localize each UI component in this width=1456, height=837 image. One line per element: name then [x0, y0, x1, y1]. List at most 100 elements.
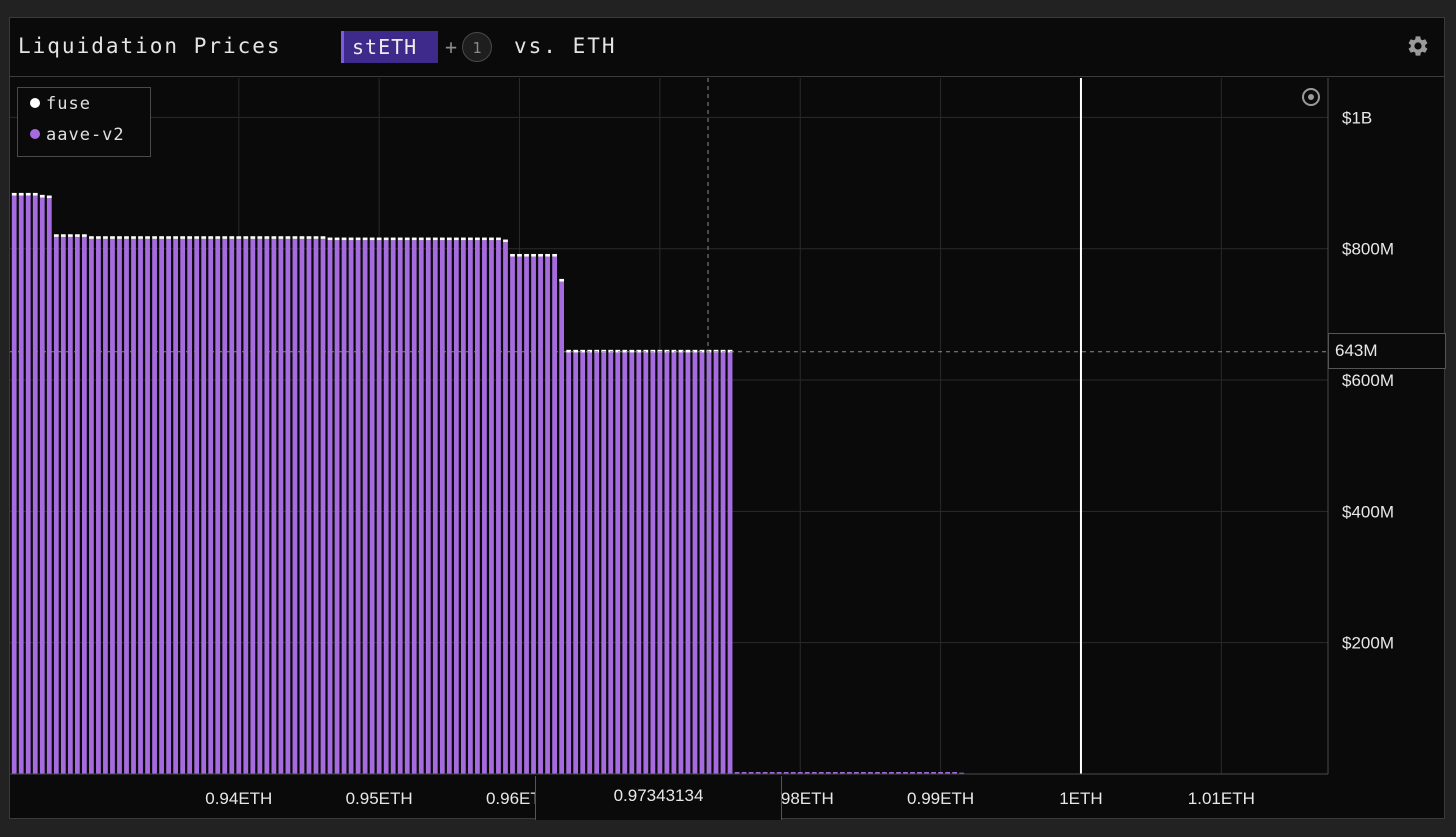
aave-v2-bar	[517, 256, 522, 775]
aave-v2-bar	[53, 236, 59, 774]
fuse-bar	[180, 236, 186, 239]
aave-v2-bar	[341, 240, 347, 774]
aave-v2-bar	[369, 240, 375, 774]
fuse-bar	[306, 236, 312, 239]
fuse-bar	[432, 237, 438, 241]
aave-v2-bar	[299, 238, 305, 774]
aave-v2-bar	[418, 240, 424, 774]
aave-v2-bar	[552, 256, 557, 775]
aave-v2-bar	[362, 240, 368, 774]
aave-v2-bar	[278, 238, 284, 774]
aave-v2-bar	[222, 238, 228, 774]
aave-v2-bar	[587, 352, 593, 774]
fuse-bar	[215, 236, 221, 239]
aave-v2-bar	[320, 238, 326, 774]
fuse-bar	[369, 237, 375, 241]
aave-dot-icon	[30, 129, 40, 139]
fuse-bar	[243, 236, 249, 239]
fuse-bar	[545, 253, 550, 257]
y-tick-label: $400M	[1342, 502, 1394, 521]
aave-v2-bar	[678, 352, 684, 774]
y-tick-label: $1B	[1342, 108, 1372, 127]
legend-item-fuse[interactable]: fuse	[30, 94, 91, 118]
fuse-bar	[257, 236, 263, 239]
fuse-bar	[18, 192, 24, 196]
aave-v2-bar	[727, 352, 733, 774]
aave-v2-bar	[180, 238, 186, 774]
fuse-bar	[103, 236, 108, 239]
aave-v2-bar	[460, 240, 466, 774]
chart-panel: Liquidation Prices stETH + 1 vs. ETH $20…	[9, 17, 1446, 820]
fuse-bar	[327, 237, 333, 241]
aave-v2-bar	[82, 236, 87, 774]
fuse-bar	[145, 236, 150, 239]
aave-v2-bar	[334, 240, 340, 774]
aave-v2-bar	[446, 240, 452, 774]
target-icon[interactable]	[1302, 88, 1320, 106]
fuse-bar	[236, 236, 242, 239]
aave-v2-bar	[720, 352, 726, 774]
aave-v2-bar	[685, 352, 691, 774]
fuse-bar	[82, 234, 87, 237]
aave-v2-bar	[657, 352, 663, 774]
aave-v2-bar	[404, 240, 410, 774]
aave-v2-bar	[173, 238, 179, 774]
aave-v2-bar	[706, 352, 712, 774]
fuse-bar	[685, 349, 691, 353]
fuse-bar	[96, 236, 101, 239]
aave-v2-bar	[18, 195, 24, 774]
liquidation-bar-chart[interactable]: $200M $400M $600M $800M $1B 0.94ETH 0.95ETH 0.9…	[10, 18, 1444, 818]
legend-item-aave-v2[interactable]: aave-v2	[30, 125, 125, 149]
fuse-bar	[475, 237, 480, 241]
aave-v2-bar	[573, 352, 579, 774]
aave-v2-bar	[39, 197, 45, 774]
aave-v2-bar	[292, 238, 298, 774]
fuse-bar	[489, 237, 494, 241]
fuse-bar	[25, 192, 31, 196]
fuse-bar	[510, 253, 515, 257]
aave-v2-bar	[559, 281, 565, 774]
fuse-bar	[418, 237, 424, 241]
aave-v2-bar	[60, 236, 66, 774]
aave-v2-bar	[699, 352, 705, 774]
aave-v2-bar	[615, 352, 621, 774]
x-tick-label: 1.01ETH	[1188, 789, 1255, 808]
fuse-bar	[503, 239, 508, 243]
fuse-bar	[194, 236, 200, 239]
fuse-bar	[517, 253, 522, 257]
y-tick-label: $800M	[1342, 240, 1394, 259]
aave-v2-bar	[103, 238, 108, 774]
fuse-bar	[559, 278, 565, 282]
fuse-bar	[131, 236, 136, 239]
aave-v2-bar	[138, 238, 143, 774]
aave-v2-bar	[236, 238, 242, 774]
x-tick-label: 0.99ETH	[907, 789, 974, 808]
fuse-bar	[453, 237, 459, 241]
aave-v2-bar	[32, 195, 38, 774]
aave-v2-bar	[306, 238, 312, 774]
aave-v2-bar	[110, 238, 115, 774]
fuse-bar	[538, 253, 543, 257]
x-tick-label: 0.95ETH	[346, 789, 413, 808]
aave-v2-bar	[229, 238, 235, 774]
aave-v2-bar	[439, 240, 445, 774]
aave-v2-bar	[215, 238, 221, 774]
fuse-bar	[166, 236, 171, 239]
aave-v2-bar	[187, 238, 193, 774]
fuse-bar	[173, 236, 179, 239]
fuse-bar	[341, 237, 347, 241]
aave-v2-bar	[545, 256, 550, 775]
aave-v2-bar	[453, 240, 459, 774]
fuse-bar	[89, 236, 94, 239]
aave-v2-bar	[643, 352, 649, 774]
fuse-bar	[292, 236, 298, 239]
crosshair-y-label: 643M	[1328, 333, 1446, 369]
x-tick-label: 1ETH	[1059, 789, 1102, 808]
fuse-bar	[531, 253, 536, 257]
aave-v2-bar	[650, 352, 656, 774]
fuse-bar	[250, 236, 256, 239]
crosshair-x-label: 0.97343134	[535, 776, 782, 820]
fuse-bar	[271, 236, 277, 239]
y-tick-label: $600M	[1342, 371, 1394, 390]
aave-v2-bar	[96, 238, 101, 774]
